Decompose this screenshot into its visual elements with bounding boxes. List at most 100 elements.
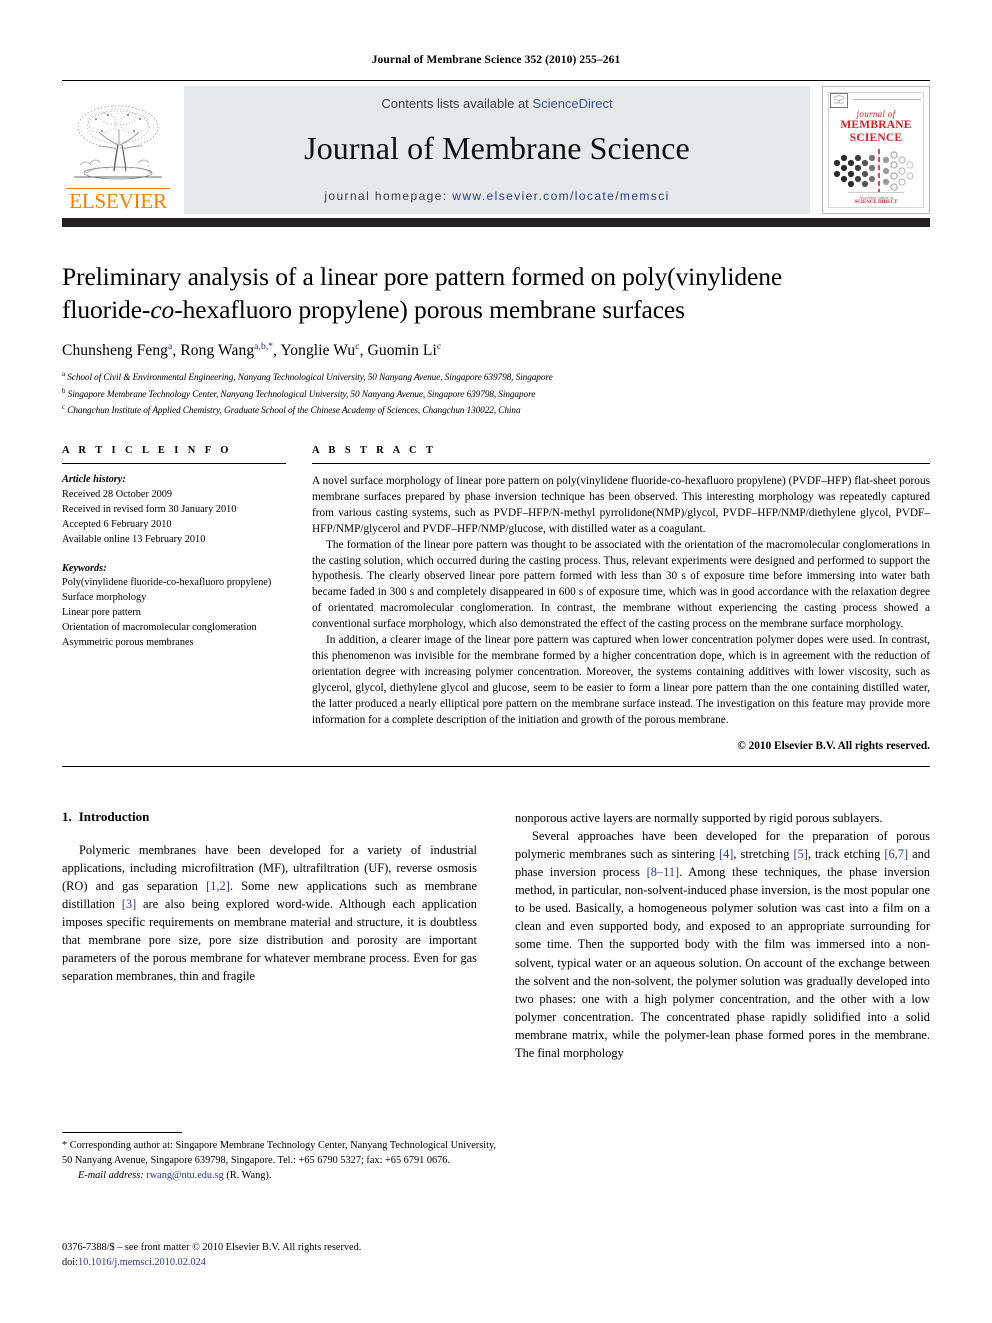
author-2-sup: a,b,* [254,342,274,353]
section-number: 1. [62,808,72,824]
abstract-body: A novel surface morphology of linear por… [312,474,930,729]
keyword-2: Surface morphology [62,592,147,604]
cover-title-line2: MEMBRANE [840,119,912,131]
intro-r-e: . Among these techniques, the phase inve… [515,864,931,1061]
intro-paragraph-2: Several approaches have been developed f… [515,827,930,1062]
journal-title: Journal of Membrane Science [304,129,690,166]
abstract-bottom-rule [62,765,930,767]
homepage-prefix: journal homepage: [324,188,453,203]
abstract-paragraph-1: A novel surface morphology of linear por… [312,474,930,535]
intro-r-c: , track etching [807,846,885,861]
masthead-black-band [62,218,930,227]
title-line-2b: -hexafluoro propylene) porous membrane s… [174,294,685,324]
footnote-block: * Corresponding author at: Singapore Mem… [62,1139,496,1184]
abstract-copyright: © 2010 Elsevier B.V. All rights reserved… [737,739,930,752]
intro-r-b: , stretching [733,846,794,861]
author-2: Rong Wang [180,342,255,360]
title-line-1: Preliminary analysis of a linear pore pa… [62,262,783,291]
citation-6-7[interactable]: [6,7] [884,847,908,861]
author-4-sup: c [436,342,442,353]
intro-left-text: Polymeric membranes have been developed … [62,841,477,986]
affiliation-a-text: School of Civil & Environmental Engineer… [67,373,553,384]
article-info-rule [62,462,286,464]
title-line-2a: fluoride- [62,294,151,324]
section-label: Introduction [78,808,150,824]
history-online: Available online 13 February 2010 [62,533,206,545]
body-columns: 1. Introduction Polymeric membranes have … [62,809,930,1063]
cover-title-line1: journal of [856,109,896,119]
header-rule [62,80,930,81]
citation-3[interactable]: [3] [122,897,136,911]
cover-elsevier-mark [830,93,848,108]
section-title-introduction: 1. Introduction [62,809,477,825]
history-revised: Received in revised form 30 January 2010 [62,503,237,515]
abstract-rule [312,462,930,464]
contents-available-line: Contents lists available at ScienceDirec… [381,96,612,111]
body-column-left: 1. Introduction Polymeric membranes have … [62,809,477,1063]
article-info-column: A R T I C L E I N F O Article history: R… [62,445,312,752]
citation-4[interactable]: [4] [719,847,733,861]
history-received: Received 28 October 2009 [62,488,173,500]
citation-5[interactable]: [5] [793,847,807,861]
author-list: Chunsheng Fenga, Rong Wanga,b,*, Yonglie… [62,342,442,360]
footnote-rule [62,1132,182,1133]
keyword-1: Poly(vinylidene fluoride-co-hexafluoro p… [62,577,272,589]
affiliation-a: a School of Civil & Environmental Engine… [62,369,930,386]
email-note: E-mail address: rwang@ntu.edu.sg (R. Wan… [62,1169,496,1184]
sciencedirect-link[interactable]: ScienceDirect [532,96,612,111]
elsevier-wordmark: ELSEVIER [66,188,170,212]
affiliation-b: b Singapore Membrane Technology Center, … [62,386,930,403]
cover-title-line3: SCIENCE [849,132,903,145]
elsevier-tree-icon [74,105,162,180]
abstract-column: A B S T R A C T A novel surface morpholo… [312,445,930,752]
intro-right-text: nonporous active layers are normally sup… [515,809,930,1063]
homepage-url-link[interactable]: www.elsevier.com/locate/memsci [452,189,669,203]
email-owner: (R. Wang). [226,1169,272,1181]
affiliation-c-text: Changchun Institute of Applied Chemistry… [67,406,521,417]
corresponding-author-note: * Corresponding author at: Singapore Mem… [62,1140,496,1166]
masthead-center: Contents lists available at ScienceDirec… [184,86,810,214]
elsevier-logo: ELSEVIER [62,86,174,214]
contents-prefix: Contents lists available at [381,95,533,111]
cover-title-block: journal of MEMBRANE SCIENCE [823,109,929,145]
running-head: Journal of Membrane Science 352 (2010) 2… [371,54,621,66]
keywords-label: Keywords: [62,562,107,574]
footnote-zone: * Corresponding author at: Singapore Mem… [62,1132,496,1184]
affiliation-list: a School of Civil & Environmental Engine… [62,369,930,419]
citation-8-11[interactable]: [8–11] [647,865,680,879]
affiliation-b-mark: b [62,386,66,395]
author-4: Guomin Li [367,342,437,360]
author-3-sup: c [355,342,360,353]
history-accepted: Accepted 6 February 2010 [62,518,172,530]
body-column-right: nonporous active layers are normally sup… [515,809,930,1063]
keyword-4: Orientation of macromolecular conglomera… [62,622,257,634]
affiliation-c: c Changchun Institute of Applied Chemist… [62,402,930,419]
keyword-3: Linear pore pattern [62,607,141,619]
article-info-heading: A R T I C L E I N F O [62,444,232,456]
cover-tree-icon [833,95,845,104]
cover-footer-brand: SCIENCE DIRECT [854,200,898,205]
title-co: co [150,294,175,324]
doi-prefix: doi: [62,1257,79,1269]
keywords-block: Keywords: Poly(vinylidene fluoride-co-he… [62,562,286,652]
issn-copyright-line: 0376-7388/$ – see front matter © 2010 El… [62,1242,362,1253]
email-link[interactable]: rwang@ntu.edu.sg [146,1170,224,1181]
affiliation-c-mark: c [62,403,66,412]
affiliation-a-mark: a [62,370,66,379]
cover-rule [853,99,921,100]
intro-paragraph-continued: nonporous active layers are normally sup… [515,810,883,825]
affiliation-b-text: Singapore Membrane Technology Center, Na… [67,390,536,400]
citation-1-2[interactable]: [1,2] [206,879,230,893]
page-title: Preliminary analysis of a linear pore pa… [62,261,930,326]
doi-line: doi:10.1016/j.memsci.2010.02.024 [62,1255,361,1270]
info-abstract-row: A R T I C L E I N F O Article history: R… [62,445,930,752]
doi-link[interactable]: 10.1016/j.memsci.2010.02.024 [78,1257,206,1268]
author-1-sup: a [168,342,173,353]
paper-page: Journal of Membrane Science 352 (2010) 2… [0,0,992,1323]
title-block: Preliminary analysis of a linear pore pa… [62,261,930,419]
intro-paragraph-1: Polymeric membranes have been developed … [62,841,477,986]
journal-masthead: ELSEVIER Contents lists available at Sci… [62,86,930,214]
imprint-block: 0376-7388/$ – see front matter © 2010 El… [62,1240,361,1271]
abstract-paragraph-2: The formation of the linear pore pattern… [312,538,930,631]
abstract-paragraph-3: In addition, a clearer image of the line… [312,634,930,726]
